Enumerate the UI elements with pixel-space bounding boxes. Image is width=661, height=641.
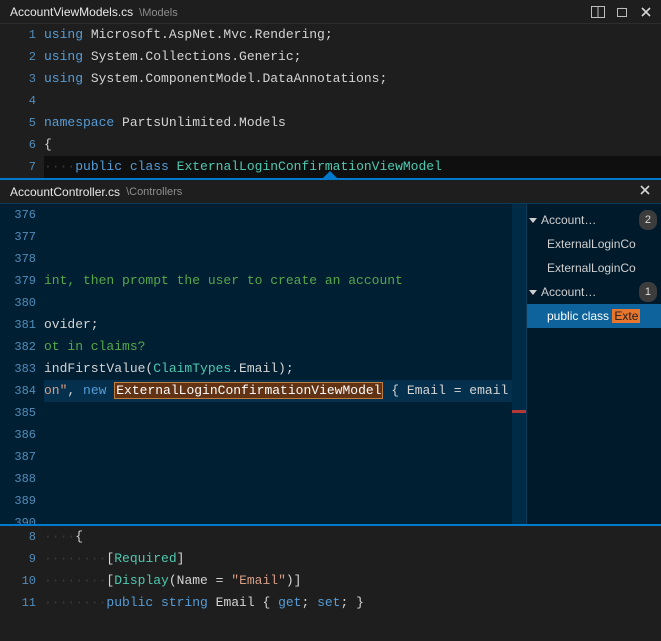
promote-window-icon[interactable] xyxy=(615,5,629,19)
line-number: 6 xyxy=(0,134,36,156)
line-number: 5 xyxy=(0,112,36,134)
bottom-code[interactable]: {[Required][Display(Name = "Email")]publ… xyxy=(44,526,661,614)
bottom-gutter: 891011 xyxy=(0,526,44,614)
peek-scroll-marks[interactable] xyxy=(512,204,526,524)
line-number: 3 xyxy=(0,68,36,90)
line-number: 383 xyxy=(0,358,36,380)
code-line[interactable]: ot in claims? xyxy=(44,336,512,358)
code-line[interactable]: { xyxy=(44,526,661,548)
reference-count-badge: 2 xyxy=(639,210,657,230)
code-line[interactable]: using System.Collections.Generic; xyxy=(44,46,661,68)
line-number: 2 xyxy=(0,46,36,68)
line-number: 7 xyxy=(0,156,36,178)
line-number: 384 xyxy=(0,380,36,402)
line-number: 4 xyxy=(0,90,36,112)
line-number: 388 xyxy=(0,468,36,490)
file-tab-name: AccountViewModels.cs xyxy=(10,5,133,19)
code-line[interactable]: on", new ExternalLoginConfirmationViewMo… xyxy=(44,380,512,402)
code-line[interactable] xyxy=(44,226,512,248)
code-line[interactable] xyxy=(44,490,512,512)
line-number: 389 xyxy=(0,490,36,512)
top-editor[interactable]: 1234567 using Microsoft.AspNet.Mvc.Rende… xyxy=(0,24,661,178)
code-line[interactable]: [Required] xyxy=(44,548,661,570)
scroll-mark[interactable] xyxy=(512,410,526,413)
peek-editor[interactable]: 3763773783793803813823833843853863873883… xyxy=(0,204,527,524)
line-number: 379 xyxy=(0,270,36,292)
code-line[interactable] xyxy=(44,402,512,424)
line-number: 380 xyxy=(0,292,36,314)
close-icon[interactable] xyxy=(639,5,653,19)
code-line[interactable] xyxy=(44,204,512,226)
reference-item[interactable]: ExternalLoginCo xyxy=(527,232,661,256)
code-line[interactable]: public string Email { get; set; } xyxy=(44,592,661,614)
code-line[interactable]: { xyxy=(44,134,661,156)
code-line[interactable] xyxy=(44,292,512,314)
code-line[interactable]: namespace PartsUnlimited.Models xyxy=(44,112,661,134)
top-code[interactable]: using Microsoft.AspNet.Mvc.Rendering;usi… xyxy=(44,24,661,178)
peek-file-path: \Controllers xyxy=(126,186,182,198)
peek-close-icon[interactable] xyxy=(629,184,661,199)
reference-item[interactable]: ExternalLoginCo xyxy=(527,256,661,280)
bottom-editor[interactable]: 891011 {[Required][Display(Name = "Email… xyxy=(0,526,661,614)
code-line[interactable] xyxy=(44,468,512,490)
reference-group[interactable]: Account… 1 xyxy=(527,280,661,304)
line-number: 381 xyxy=(0,314,36,336)
top-tab-bar: AccountViewModels.cs \Models xyxy=(0,0,661,24)
chevron-down-icon xyxy=(529,290,537,295)
code-line[interactable] xyxy=(44,248,512,270)
reference-group[interactable]: Account… 2 xyxy=(527,208,661,232)
line-number: 378 xyxy=(0,248,36,270)
line-number: 385 xyxy=(0,402,36,424)
file-tab[interactable]: AccountViewModels.cs \Models xyxy=(0,1,188,23)
line-number: 387 xyxy=(0,446,36,468)
line-number: 11 xyxy=(0,592,36,614)
code-line[interactable] xyxy=(44,512,512,524)
reference-group-label: Account… xyxy=(541,282,596,302)
chevron-down-icon xyxy=(529,218,537,223)
code-line[interactable]: public class ExternalLoginConfirmationVi… xyxy=(44,156,661,178)
line-number: 390 xyxy=(0,512,36,524)
peek-references-list[interactable]: Account…2ExternalLoginCoExternalLoginCoA… xyxy=(527,204,661,524)
line-number: 10 xyxy=(0,570,36,592)
line-number: 386 xyxy=(0,424,36,446)
code-line[interactable] xyxy=(44,424,512,446)
code-line[interactable]: [Display(Name = "Email")] xyxy=(44,570,661,592)
reference-group-label: Account… xyxy=(541,210,596,230)
peek-code[interactable]: int, then prompt the user to create an a… xyxy=(44,204,512,524)
reference-item[interactable]: public class Exte xyxy=(527,304,661,328)
line-number: 8 xyxy=(0,526,36,548)
code-line[interactable] xyxy=(44,90,661,112)
line-number: 382 xyxy=(0,336,36,358)
reference-count-badge: 1 xyxy=(639,282,657,302)
line-number: 9 xyxy=(0,548,36,570)
peek-file-name[interactable]: AccountController.cs xyxy=(0,185,120,199)
code-line[interactable]: using System.ComponentModel.DataAnnotati… xyxy=(44,68,661,90)
code-line[interactable]: indFirstValue(ClaimTypes.Email); xyxy=(44,358,512,380)
code-line[interactable]: int, then prompt the user to create an a… xyxy=(44,270,512,292)
peek-gutter: 3763773783793803813823833843853863873883… xyxy=(0,204,44,524)
top-gutter: 1234567 xyxy=(0,24,44,178)
line-number: 1 xyxy=(0,24,36,46)
line-number: 377 xyxy=(0,226,36,248)
peek-caret-icon xyxy=(321,171,339,180)
peek-window: AccountController.cs \Controllers 376377… xyxy=(0,178,661,526)
code-line[interactable] xyxy=(44,446,512,468)
split-window-icon[interactable] xyxy=(591,5,605,19)
code-line[interactable]: using Microsoft.AspNet.Mvc.Rendering; xyxy=(44,24,661,46)
line-number: 376 xyxy=(0,204,36,226)
peek-header: AccountController.cs \Controllers xyxy=(0,180,661,204)
file-tab-path: \Models xyxy=(139,7,178,19)
code-line[interactable]: ovider; xyxy=(44,314,512,336)
